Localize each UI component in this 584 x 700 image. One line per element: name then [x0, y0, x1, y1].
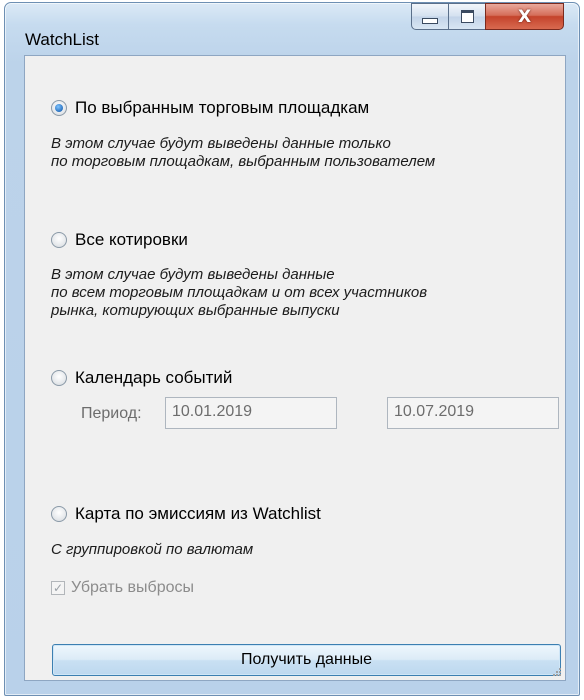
maximize-icon [460, 10, 474, 23]
radio-events-calendar[interactable]: Календарь событий [51, 368, 232, 388]
period-end-field[interactable]: 10.07.2019 [387, 397, 559, 429]
all-quotes-description: В этом случае будут выведены данные по в… [51, 266, 427, 320]
description-line: по всем торговым площадкам и от всех уча… [51, 284, 428, 301]
get-data-button[interactable]: Получить данные [52, 644, 561, 676]
radio-events-calendar-label: Календарь событий [75, 368, 233, 387]
radio-emission-map[interactable]: Карта по эмиссиям из Watchlist [51, 504, 321, 524]
close-button[interactable]: X [485, 3, 564, 30]
radio-all-quotes-circle[interactable] [51, 232, 67, 248]
maximize-button[interactable] [448, 3, 486, 30]
radio-selected-venues[interactable]: По выбранным торговым площадкам [51, 98, 369, 118]
remove-outliers-checkbox[interactable]: ✓ [51, 581, 65, 595]
window-title: WatchList [25, 30, 100, 49]
dialog-body: По выбранным торговым площадкам В этом с… [24, 55, 566, 681]
radio-selected-venues-circle[interactable] [51, 100, 67, 116]
description-line: по торговым площадкам, выбранным пользов… [51, 153, 436, 170]
minimize-icon [422, 17, 438, 24]
radio-all-quotes[interactable]: Все котировки [51, 230, 188, 250]
period-start-field[interactable]: 10.01.2019 [165, 397, 337, 429]
description-line: В этом случае будут выведены данные толь… [51, 135, 391, 152]
remove-outliers-label: Убрать выбросы [71, 579, 194, 596]
remove-outliers-checkbox-row[interactable]: ✓ Убрать выбросы [51, 579, 194, 597]
app-window: WatchList X По выбранным торговым площад… [4, 2, 580, 696]
description-line: В этом случае будут выведены данные [51, 266, 335, 283]
selected-venues-description: В этом случае будут выведены данные толь… [51, 135, 435, 171]
resize-grip-icon[interactable] [552, 667, 562, 677]
radio-all-quotes-label: Все котировки [75, 230, 188, 249]
radio-selected-venues-label: По выбранным торговым площадкам [75, 98, 370, 117]
radio-emission-map-circle[interactable] [51, 506, 67, 522]
close-icon: X [517, 6, 532, 27]
radio-emission-map-label: Карта по эмиссиям из Watchlist [75, 504, 321, 523]
radio-events-calendar-circle[interactable] [51, 370, 67, 386]
period-label: Период: [81, 405, 142, 422]
emission-map-description: С группировкой по валютам [51, 541, 254, 558]
minimize-button[interactable] [411, 3, 449, 30]
description-line: рынка, котирующих выбранные выпуски [51, 302, 340, 319]
